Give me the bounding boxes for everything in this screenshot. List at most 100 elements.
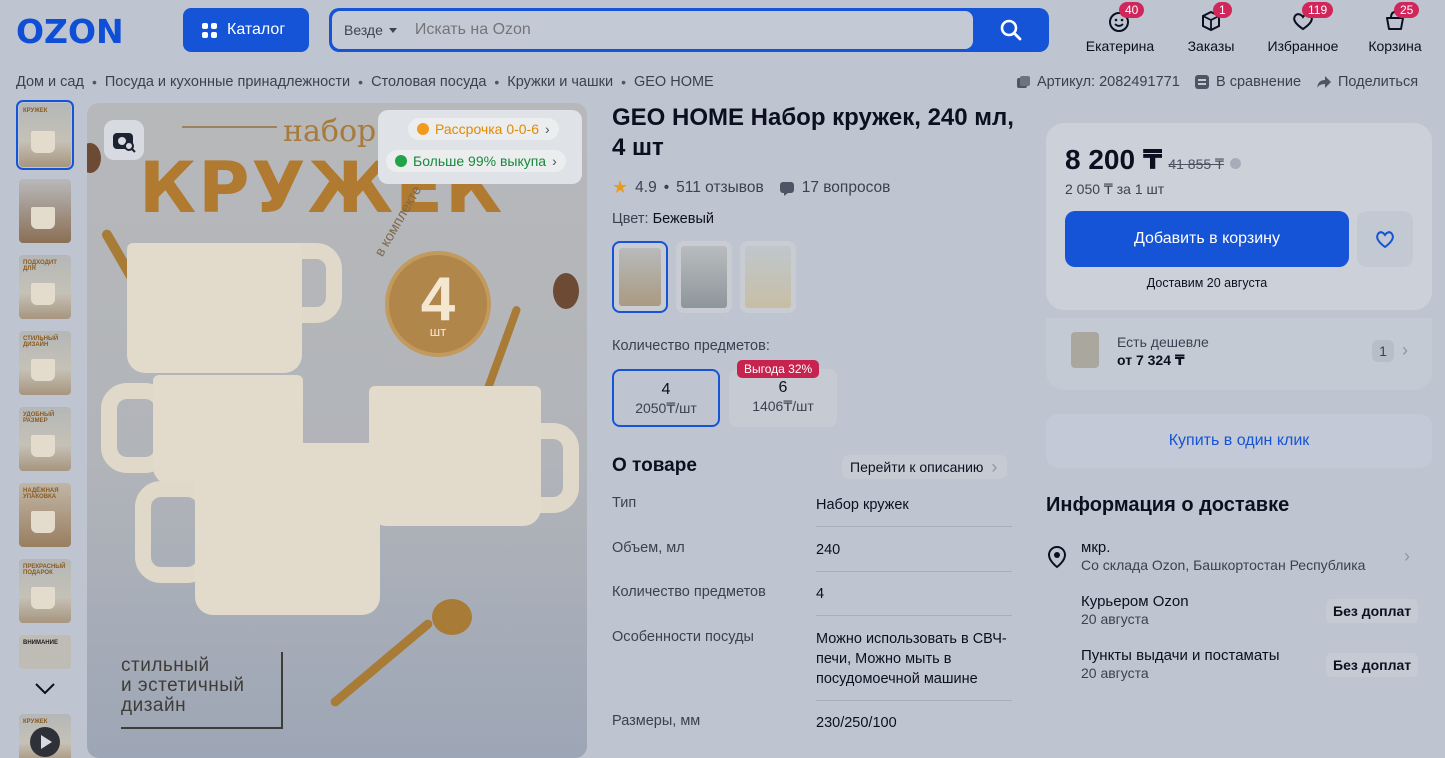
coffee-bean: [87, 143, 101, 173]
color-label-text: Цвет:: [612, 211, 649, 227]
goto-label: Перейти к описанию: [850, 459, 984, 475]
article-label: Артикул: 2082491771: [1037, 74, 1180, 90]
play-icon: [30, 727, 60, 757]
thumbnail[interactable]: [19, 179, 71, 243]
installment-label: Рассрочка 0-0-6: [435, 121, 540, 137]
installment-pill[interactable]: Рассрочка 0-0-6 ›: [408, 118, 559, 140]
favorites-badge: 119: [1302, 2, 1334, 18]
delivery-address[interactable]: мкр.: [1081, 539, 1110, 556]
header-nav-profile[interactable]: 40 Екатерина: [1084, 2, 1156, 54]
photo-search-icon: [113, 133, 136, 153]
breadcrumb-item[interactable]: Дом и сад: [16, 74, 84, 90]
spec-key: Размеры, мм: [612, 713, 701, 729]
thumbnail-label: КРУЖЕК: [23, 719, 48, 725]
share-button[interactable]: Поделиться: [1316, 74, 1418, 90]
search-scope-select[interactable]: Везде: [332, 22, 397, 38]
gold-spoon: [328, 617, 435, 709]
old-price: 41 855 ₸: [1168, 156, 1224, 172]
product-title: GEO HOME Набор кружек, 240 мл, 4 шт: [612, 104, 1014, 161]
chevron-right-icon: ›: [545, 121, 550, 137]
chevron-right-icon[interactable]: ›: [1404, 546, 1410, 567]
delivery-method: Курьером Ozon 20 августа: [1081, 593, 1189, 627]
count-badge: 4 шт: [385, 251, 491, 357]
ozon-logo[interactable]: OZON: [16, 12, 124, 51]
thumbnail-label: ВНИМАНИЕ: [23, 640, 58, 646]
image-caption: стильный и эстетичный дизайн: [121, 656, 245, 716]
method-date: 20 августа: [1081, 665, 1149, 681]
thumbnail[interactable]: УДОБНЫЙ РАЗМЕР: [19, 407, 71, 471]
breadcrumb-item[interactable]: GEO HOME: [634, 74, 714, 90]
search-bar: Везде: [329, 8, 1049, 52]
thumbnail[interactable]: КРУЖЕК: [16, 100, 74, 170]
thumbnail[interactable]: НАДЁЖНАЯ УПАКОВКА: [19, 483, 71, 547]
mug: [369, 386, 541, 538]
info-icon[interactable]: [1229, 158, 1241, 169]
share-icon: [1317, 76, 1331, 88]
heart-icon: 119: [1290, 2, 1334, 34]
price-tag: Без доплат: [1326, 599, 1419, 623]
heart-icon: [1376, 231, 1394, 249]
reviews-count[interactable]: 511 отзывов: [676, 179, 764, 197]
breadcrumb-item[interactable]: Посуда и кухонные принадлежности: [105, 74, 350, 90]
buyout-label: Больше 99% выкупа: [413, 153, 547, 169]
method-name: Пункты выдачи и постаматы: [1081, 647, 1280, 664]
search-field[interactable]: Везде: [332, 11, 973, 49]
breadcrumb: Дом и сад • Посуда и кухонные принадлежн…: [16, 74, 714, 90]
header-nav-orders[interactable]: 1 Заказы: [1184, 2, 1238, 54]
chevron-right-icon: ›: [552, 153, 557, 169]
compare-button[interactable]: В сравнение: [1194, 74, 1301, 90]
search-input[interactable]: [414, 21, 875, 39]
goto-description-button[interactable]: Перейти к описанию ›: [842, 455, 1008, 479]
catalog-label: Каталог: [227, 21, 286, 38]
divider: [816, 571, 1012, 572]
search-icon: [1000, 19, 1022, 41]
questions-count[interactable]: 17 вопросов: [802, 179, 891, 197]
add-to-favorites-button[interactable]: [1357, 211, 1413, 267]
copy-icon: [1017, 75, 1030, 88]
decorative-line: [121, 727, 283, 729]
color-swatch-pastel[interactable]: [740, 241, 796, 313]
spec-row: Размеры, мм 230/250/100: [612, 713, 1012, 731]
cart-icon: 25: [1382, 2, 1420, 34]
price-row: 8 200 ₸ 41 855 ₸: [1065, 143, 1241, 176]
thumbnail[interactable]: ПОДХОДИТ ДЛЯ: [19, 255, 71, 319]
price-tag: Без доплат: [1326, 653, 1419, 677]
product-main-image[interactable]: набор КРУЖЕК в комплекте 4 шт стильный и…: [87, 103, 587, 758]
buyout-pill[interactable]: Больше 99% выкупа ›: [386, 150, 566, 172]
method-date: 20 августа: [1081, 611, 1149, 627]
thumbnail-mug: [31, 207, 55, 229]
nav-label: Екатерина: [1085, 38, 1155, 54]
thumbnail-mug: [31, 435, 55, 457]
breadcrumb-item[interactable]: Кружки и чашки: [507, 74, 613, 90]
article-number[interactable]: Артикул: 2082491771: [1016, 74, 1180, 90]
warehouse-info: Со склада Ozon, Башкортостан Республика: [1081, 557, 1366, 573]
rating-row[interactable]: ★ 4.9 • 511 отзывов 17 вопросов: [612, 177, 890, 198]
thumbnails-scroll-down[interactable]: [34, 682, 56, 701]
face-icon: 40: [1107, 2, 1145, 34]
quantity-option-4[interactable]: 4 2050₸/шт: [612, 369, 720, 427]
color-swatch-beige[interactable]: [612, 241, 668, 313]
buy-one-click-button[interactable]: Купить в один клик: [1046, 414, 1432, 468]
thumbnail[interactable]: ВНИМАНИЕ: [19, 635, 71, 669]
color-label: Цвет: Бежевый: [612, 211, 714, 227]
search-button[interactable]: [973, 8, 1049, 52]
color-value: Бежевый: [652, 211, 714, 227]
thumbnail[interactable]: СТИЛЬНЫЙ ДИЗАЙН: [19, 331, 71, 395]
cheaper-offers[interactable]: Есть дешевле от 7 324 ₸ 1 ›: [1046, 318, 1432, 390]
catalog-button[interactable]: Каталог: [183, 8, 309, 52]
spec-key: Количество предметов: [612, 584, 766, 600]
color-swatch-white[interactable]: [676, 241, 732, 313]
spec-row: Тип Набор кружек: [612, 495, 1012, 513]
header-nav-cart[interactable]: 25 Корзина: [1366, 2, 1424, 54]
search-by-photo-button[interactable]: [104, 120, 144, 160]
video-thumbnail[interactable]: КРУЖЕК: [19, 714, 71, 758]
spec-row: Объем, мл 240: [612, 540, 1012, 558]
spec-key: Особенности посуды: [612, 629, 754, 645]
breadcrumb-item[interactable]: Столовая посуда: [371, 74, 486, 90]
orders-badge: 1: [1213, 2, 1232, 18]
breadcrumb-separator: •: [621, 74, 626, 90]
add-to-cart-button[interactable]: Добавить в корзину: [1065, 211, 1349, 267]
unit-price: 2 050 ₸ за 1 шт: [1065, 181, 1165, 197]
header-nav-favorites[interactable]: 119 Избранное: [1266, 2, 1340, 54]
thumbnail[interactable]: ПРЕКРАСНЫЙ ПОДАРОК: [19, 559, 71, 623]
